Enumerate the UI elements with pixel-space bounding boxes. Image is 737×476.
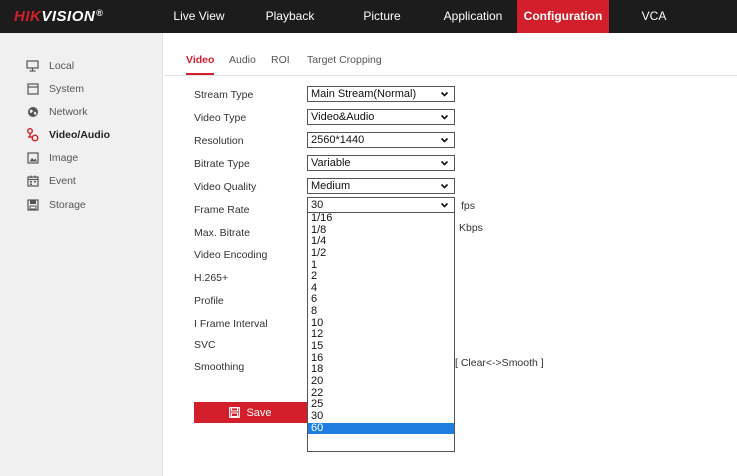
video-type-label: Video Type [194,112,247,124]
frame-rate-option[interactable]: 22 [308,387,454,400]
nav-live-view[interactable]: Live View [168,0,230,33]
frame-rate-option[interactable]: 20 [308,375,454,388]
frame-rate-option[interactable]: 2 [308,271,454,283]
hikvision-logo: HIKVISION® [14,8,103,25]
sidebar-item-label: Local [49,60,75,72]
sidebar-item-label: Image [49,152,79,164]
sidebar-item-network[interactable]: Network [26,104,88,120]
logo-registered-mark: ® [96,8,104,18]
sidebar-item-label: System [49,83,85,95]
tab-divider [164,75,737,76]
top-navigation-bar: HIKVISION® Live View Playback Picture Ap… [0,0,737,33]
sidebar-item-label: Network [49,106,88,118]
tab-target-cropping[interactable]: Target Cropping [307,54,382,66]
h265plus-label: H.265+ [194,272,229,284]
sidebar-item-label: Event [49,175,76,187]
max-bitrate-unit: Kbps [459,222,483,234]
frame-rate-option[interactable]: 1 [308,259,454,272]
sidebar-item-label: Storage [49,199,86,211]
sidebar-item-event[interactable]: Event [26,173,76,189]
stream-type-label: Stream Type [194,89,254,101]
frame-rate-option[interactable]: 1/2 [308,247,454,260]
frame-rate-option[interactable]: 1/16 [308,212,454,225]
nav-configuration[interactable]: Configuration [517,0,609,33]
tab-roi[interactable]: ROI [271,54,290,66]
video-quality-label: Video Quality [194,181,257,193]
chevron-down-icon [440,91,449,97]
profile-label: Profile [194,295,224,307]
max-bitrate-label: Max. Bitrate [194,227,251,239]
resolution-label: Resolution [194,135,244,147]
frame-rate-dropdown-list[interactable]: 1/16 1/8 1/4 1/2 1 2 4 6 8 10 12 15 16 18 20 22 25 30 60 [307,212,455,452]
frame-rate-value: 30 [311,199,324,211]
image-icon [26,152,39,165]
logo-part-white: VISION [41,8,96,25]
sidebar: Local System Network Video/Audio Image E… [0,33,163,476]
video-type-select[interactable]: Video&Audio [307,109,455,125]
frame-rate-option[interactable]: 12 [308,329,454,341]
resolution-select[interactable]: 2560*1440 [307,132,455,148]
sidebar-item-label: Video/Audio [49,129,111,141]
frame-rate-option[interactable]: 25 [308,399,454,411]
resolution-value: 2560*1440 [311,134,365,146]
bitrate-type-select[interactable]: Variable [307,155,455,171]
sidebar-item-system[interactable]: System [26,81,84,97]
nav-vca[interactable]: VCA [636,0,672,33]
stream-type-select[interactable]: Main Stream(Normal) [307,86,455,102]
system-window-icon [26,83,39,96]
frame-rate-option[interactable]: 1/8 [308,224,454,237]
nav-application[interactable]: Application [438,0,508,33]
frame-rate-option[interactable]: 15 [308,340,454,353]
chevron-down-icon [440,202,449,208]
sidebar-item-local[interactable]: Local [26,58,74,74]
frame-rate-option[interactable]: 30 [308,410,454,423]
frame-rate-option[interactable]: 4 [308,282,454,295]
chevron-down-icon [440,183,449,189]
nav-picture[interactable]: Picture [358,0,406,33]
save-button-label: Save [246,406,272,419]
video-quality-value: Medium [311,180,351,192]
bitrate-type-label: Bitrate Type [194,158,250,170]
sidebar-item-image[interactable]: Image [26,150,78,166]
save-button[interactable]: Save [194,402,307,423]
chevron-down-icon [440,137,449,143]
nav-playback[interactable]: Playback [262,0,318,33]
sidebar-item-storage[interactable]: Storage [26,197,86,213]
calendar-icon [26,175,39,188]
globe-icon [26,106,39,119]
chevron-down-icon [440,160,449,166]
storage-disk-icon [26,199,39,212]
logo-part-red: HIK [14,8,42,25]
smoothing-hint: [ Clear<->Smooth ] [455,357,544,369]
frame-rate-option[interactable]: 8 [308,305,454,318]
chevron-down-icon [440,114,449,120]
tab-audio[interactable]: Audio [229,54,256,66]
frame-rate-label: Frame Rate [194,204,250,216]
frame-rate-unit: fps [461,200,476,212]
video-quality-select[interactable]: Medium [307,178,455,194]
frame-rate-select[interactable]: 30 [307,197,455,213]
video-audio-icon [26,128,39,142]
frame-rate-option[interactable]: 18 [308,364,454,376]
smoothing-label: Smoothing [194,361,245,373]
active-tab-indicator [186,73,214,75]
frame-rate-option[interactable]: 60 [308,422,454,435]
sidebar-item-video-audio[interactable]: Video/Audio [26,127,110,143]
i-frame-interval-label: I Frame Interval [194,318,268,330]
frame-rate-option[interactable]: 10 [308,317,454,330]
frame-rate-option[interactable]: 6 [308,294,454,306]
svc-label: SVC [194,339,216,351]
video-type-value: Video&Audio [311,111,375,123]
tab-video[interactable]: Video [186,54,214,66]
stream-type-value: Main Stream(Normal) [311,88,417,100]
video-encoding-label: Video Encoding [194,249,268,261]
bitrate-type-value: Variable [311,157,351,169]
frame-rate-option[interactable]: 1/4 [308,236,454,248]
save-disk-icon [229,407,241,418]
monitor-icon [26,60,39,73]
frame-rate-option[interactable]: 16 [308,352,454,365]
